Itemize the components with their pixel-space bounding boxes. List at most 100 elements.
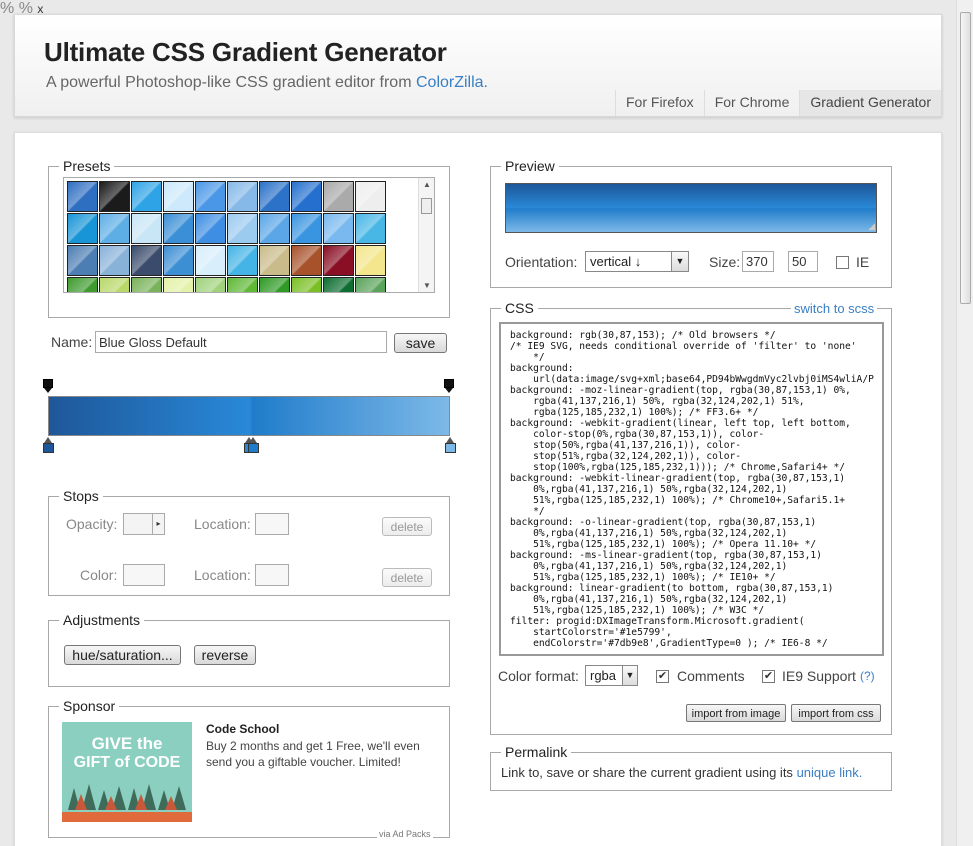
preset-swatch[interactable] (291, 181, 322, 212)
preset-swatch[interactable] (67, 213, 98, 244)
nav-for-firefox[interactable]: For Firefox (615, 90, 704, 116)
preset-swatch[interactable] (67, 277, 98, 292)
permalink-text: Link to, save or share the current gradi… (501, 765, 863, 780)
preset-swatch[interactable] (195, 245, 226, 276)
nav-gradient-generator[interactable]: Gradient Generator (799, 90, 941, 116)
preset-swatch[interactable] (163, 277, 194, 292)
preset-swatch[interactable] (99, 245, 130, 276)
preset-swatch[interactable] (67, 245, 98, 276)
opacity-label: Opacity: (66, 516, 118, 532)
delete-color-stop-button[interactable]: delete (382, 568, 432, 587)
preset-swatch[interactable] (259, 181, 290, 212)
save-button[interactable]: save (394, 333, 447, 353)
preset-swatch[interactable] (291, 245, 322, 276)
scroll-down-icon[interactable]: ▼ (423, 281, 431, 290)
preset-swatch[interactable] (355, 245, 386, 276)
reverse-button[interactable]: reverse (194, 645, 256, 665)
preset-swatch[interactable] (99, 277, 130, 292)
preset-swatch[interactable] (131, 213, 162, 244)
preset-swatch[interactable] (355, 277, 386, 292)
preset-swatch[interactable] (323, 277, 354, 292)
chevron-down-icon[interactable]: ▼ (671, 252, 688, 271)
orientation-select[interactable]: vertical ↓ ▼ (585, 251, 689, 272)
sponsor-title[interactable]: Code School (206, 722, 279, 736)
preset-swatch[interactable] (131, 245, 162, 276)
preset-swatch[interactable] (355, 213, 386, 244)
ie9-support-label: IE9 Support (782, 668, 856, 684)
sponsor-text[interactable]: Buy 2 months and get 1 Free, we'll even … (206, 738, 436, 770)
preset-swatch[interactable] (67, 181, 98, 212)
css-legend: CSS (505, 300, 534, 316)
preset-swatch[interactable] (259, 277, 290, 292)
opacity-stop-end[interactable] (444, 379, 454, 393)
sponsor-ad-image[interactable]: GIVE the GIFT of CODE (62, 722, 192, 822)
color-swatch-input[interactable] (123, 564, 165, 586)
import-from-css-button[interactable]: import from css (791, 704, 881, 722)
preset-swatch[interactable] (227, 277, 258, 292)
preset-swatch[interactable] (163, 213, 194, 244)
presets-scroll-thumb[interactable] (421, 198, 432, 214)
sponsor-via[interactable]: via Ad Packs (377, 829, 433, 839)
color-stop[interactable] (42, 437, 54, 453)
preset-swatch[interactable] (227, 213, 258, 244)
delete-opacity-stop-button[interactable]: delete (382, 517, 432, 536)
comments-checkbox[interactable]: ✔ (656, 670, 669, 683)
chevron-down-icon[interactable]: ▼ (622, 666, 637, 685)
comments-label: Comments (677, 668, 745, 684)
import-from-image-button[interactable]: import from image (686, 704, 786, 722)
color-stop[interactable] (247, 437, 259, 453)
ie9-help-link[interactable]: (?) (860, 669, 875, 683)
color-format-select[interactable]: rgba ▼ (585, 665, 638, 686)
opacity-location-label: Location: (194, 516, 251, 532)
top-nav: For Firefox For Chrome Gradient Generato… (615, 90, 941, 116)
color-format-label: Color format: (498, 668, 579, 684)
preset-swatch[interactable] (99, 181, 130, 212)
preview-width-input[interactable] (742, 251, 774, 272)
preset-swatch[interactable] (259, 213, 290, 244)
gradient-bar[interactable] (48, 396, 450, 436)
opacity-location-input[interactable] (255, 513, 289, 535)
preview-height-input[interactable] (788, 251, 818, 272)
color-location-input[interactable] (255, 564, 289, 586)
preset-swatch[interactable] (227, 245, 258, 276)
gradient-preview[interactable]: ◢ (505, 183, 877, 233)
unique-link[interactable]: unique link. (797, 765, 863, 780)
preset-swatch[interactable] (323, 213, 354, 244)
name-input[interactable] (95, 331, 387, 353)
preset-swatch[interactable] (291, 277, 322, 292)
presets-scrollbar[interactable]: ▲ ▼ (418, 178, 434, 292)
size-label: Size: (709, 254, 741, 270)
preset-swatch[interactable] (163, 181, 194, 212)
scroll-up-icon[interactable]: ▲ (423, 180, 431, 189)
preset-swatch[interactable] (131, 277, 162, 292)
css-output[interactable]: background: rgb(30,87,153); /* Old brows… (499, 322, 884, 656)
preset-swatch[interactable] (99, 213, 130, 244)
color-stop[interactable] (444, 437, 456, 453)
sponsor-legend: Sponsor (63, 698, 116, 714)
preset-swatch[interactable] (163, 245, 194, 276)
opacity-stop-start[interactable] (43, 379, 53, 393)
opacity-field[interactable]: ▸ (123, 513, 165, 535)
permalink-legend: Permalink (505, 744, 568, 760)
preset-swatch[interactable] (195, 277, 226, 292)
preset-swatch[interactable] (323, 181, 354, 212)
ie-checkbox[interactable] (836, 256, 849, 269)
preset-swatch[interactable] (323, 245, 354, 276)
nav-for-chrome[interactable]: For Chrome (703, 90, 800, 116)
css-code[interactable]: background: rgb(30,87,153); /* Old brows… (501, 324, 882, 649)
page-scrollbar[interactable] (956, 0, 973, 846)
preset-swatch[interactable] (195, 181, 226, 212)
preset-swatch[interactable] (131, 181, 162, 212)
preset-swatch[interactable] (195, 213, 226, 244)
resize-grip-icon[interactable]: ◢ (868, 221, 875, 232)
preset-swatch[interactable] (227, 181, 258, 212)
hue-saturation-button[interactable]: hue/saturation... (64, 645, 181, 665)
page-scroll-thumb[interactable] (960, 12, 971, 304)
preset-swatch[interactable] (355, 181, 386, 212)
ie9-support-checkbox[interactable]: ✔ (762, 670, 775, 683)
preset-swatch[interactable] (259, 245, 290, 276)
switch-to-scss-link[interactable]: switch to scss (791, 301, 878, 316)
preset-swatch[interactable] (291, 213, 322, 244)
colorzilla-link[interactable]: ColorZilla. (416, 74, 488, 91)
opacity-arrow-icon[interactable]: ▸ (152, 514, 164, 534)
